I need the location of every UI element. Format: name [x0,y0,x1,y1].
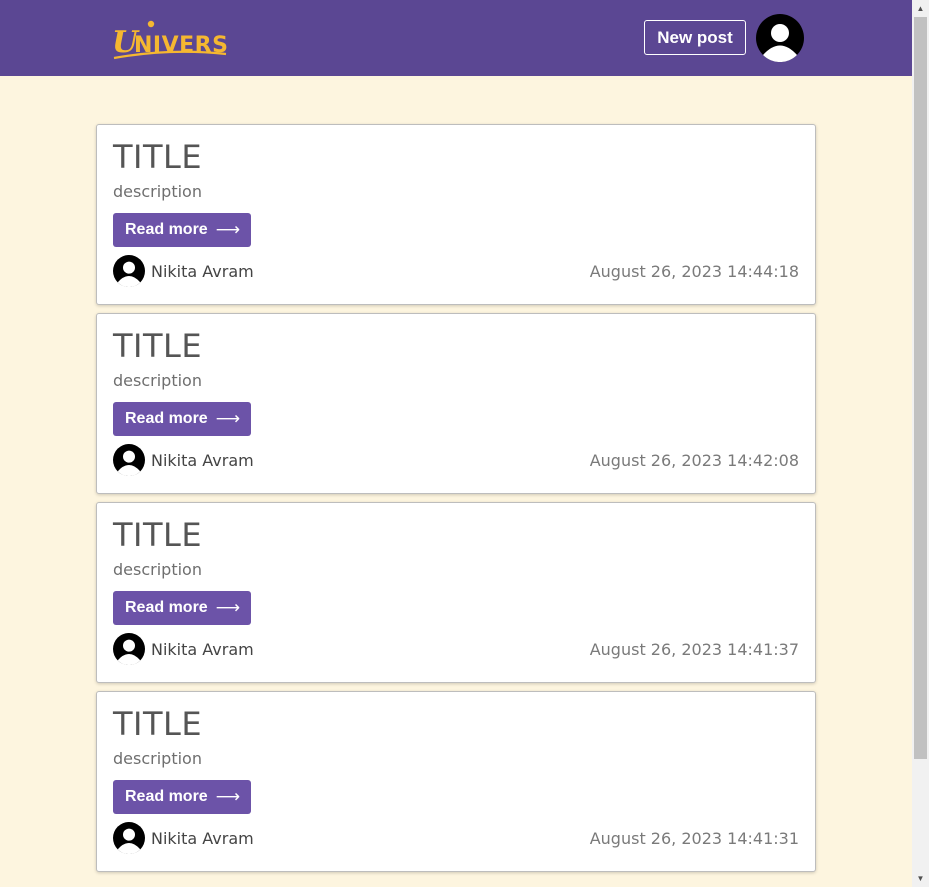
post-date: August 26, 2023 14:41:31 [589,829,799,848]
scrollbar-thumb[interactable] [914,17,927,759]
author-avatar-icon [113,444,145,476]
read-more-label: Read more [125,221,208,238]
new-post-button[interactable]: New post [644,20,746,55]
post-card: TITLE description Read more ⟶ Nikita Avr… [96,502,816,683]
author-avatar-icon [113,633,145,665]
post-date: August 26, 2023 14:42:08 [589,451,799,470]
author-avatar-icon [113,255,145,287]
scroll-down-arrow-icon[interactable]: ▼ [912,870,929,887]
author-name: Nikita Avram [151,451,254,470]
post-title: TITLE [113,705,203,743]
arrow-right-icon: ⟶ [215,409,241,428]
scroll-up-arrow-icon[interactable]: ▲ [912,0,929,17]
author-name: Nikita Avram [151,640,254,659]
read-more-label: Read more [125,788,208,805]
vertical-scrollbar[interactable]: ▲ ▼ [912,0,929,887]
post-card: TITLE description Read more ⟶ Nikita Avr… [96,691,816,872]
arrow-right-icon: ⟶ [215,787,241,806]
author-name: Nikita Avram [151,262,254,281]
post-title: TITLE [113,516,203,554]
read-more-label: Read more [125,599,208,616]
post-description: description [113,182,202,201]
read-more-button[interactable]: Read more ⟶ [113,780,251,814]
post-date: August 26, 2023 14:44:18 [589,262,799,281]
read-more-button[interactable]: Read more ⟶ [113,402,251,436]
arrow-right-icon: ⟶ [215,598,241,617]
read-more-label: Read more [125,410,208,427]
post-date: August 26, 2023 14:41:37 [589,640,799,659]
arrow-right-icon: ⟶ [215,220,241,239]
navbar: U NIVERSE New post [0,0,912,76]
post-description: description [113,560,202,579]
post-description: description [113,749,202,768]
author-avatar-icon [113,822,145,854]
post-title: TITLE [113,327,203,365]
user-avatar-icon[interactable] [756,14,804,62]
read-more-button[interactable]: Read more ⟶ [113,591,251,625]
post-card: TITLE description Read more ⟶ Nikita Avr… [96,313,816,494]
author-name: Nikita Avram [151,829,254,848]
read-more-button[interactable]: Read more ⟶ [113,213,251,247]
post-title: TITLE [113,138,203,176]
universe-logo[interactable]: U NIVERSE [110,18,228,62]
post-description: description [113,371,202,390]
post-card: TITLE description Read more ⟶ Nikita Avr… [96,124,816,305]
post-feed: TITLE description Read more ⟶ Nikita Avr… [96,124,816,880]
